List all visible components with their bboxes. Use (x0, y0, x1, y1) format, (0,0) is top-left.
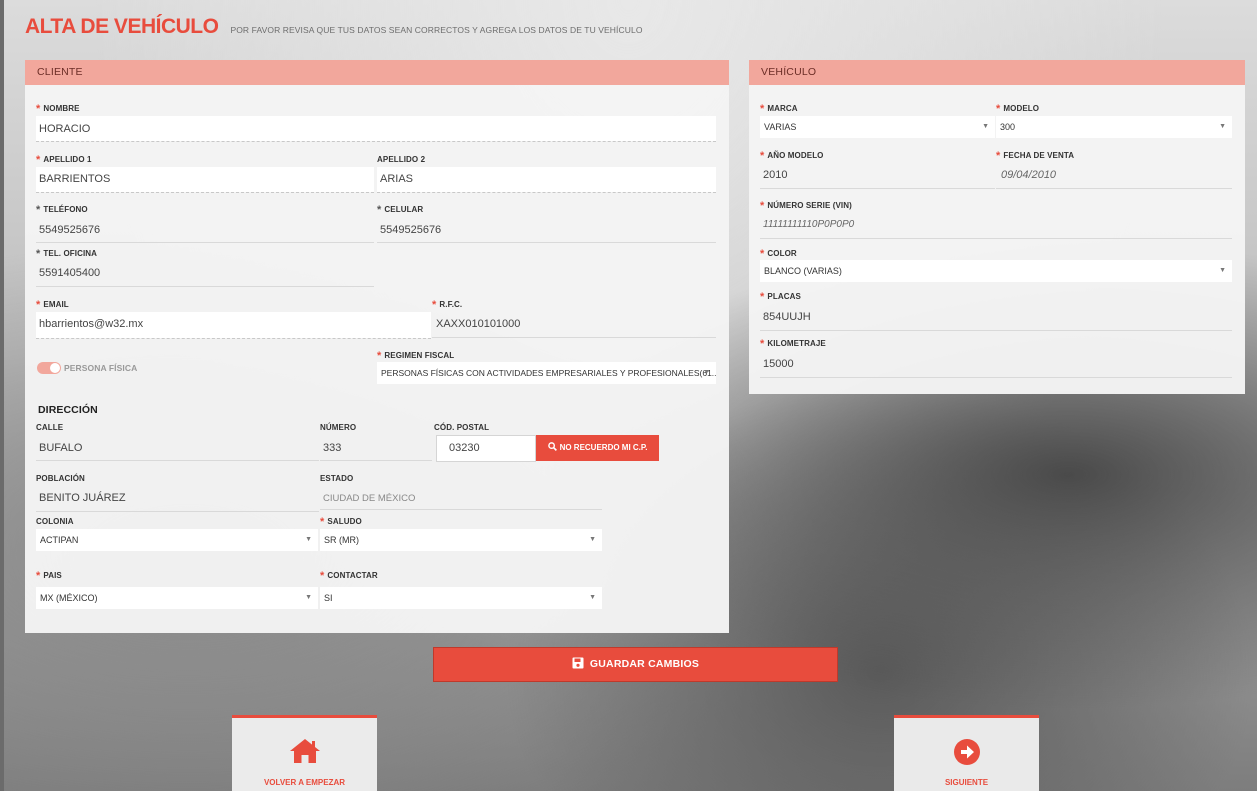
no-recuerdo-cp-button[interactable]: NO RECUERDO MI C.P. (536, 435, 659, 461)
apellido2-input[interactable] (377, 167, 716, 192)
celular-underline (377, 242, 716, 243)
estado-input[interactable]: CIUDAD DE MÉXICO (323, 493, 415, 504)
persona-fisica-toggle[interactable] (37, 362, 61, 374)
volver-a-empezar-button[interactable]: VOLVER A EMPEZAR (232, 715, 377, 791)
cp-value: 03230 (449, 442, 480, 454)
chevron-down-icon: ▼ (1219, 267, 1226, 274)
tel-oficina-underline (36, 286, 374, 287)
cliente-panel: CLIENTE * NOMBRE HORACIO * APELLIDO 1 BARR… (25, 60, 729, 633)
kilometraje-input[interactable]: 15000 (763, 358, 794, 370)
estado-label: ESTADO (320, 474, 354, 483)
fecha-venta-input[interactable]: 09/04/2010 (1001, 169, 1056, 181)
chevron-down-icon: ▼ (305, 594, 312, 601)
numero-underline (320, 460, 432, 461)
telefono-input[interactable]: 5549525676 (39, 224, 100, 236)
nombre-label: * NOMBRE (36, 103, 80, 115)
regimen-fiscal-label: * REGIMEN FISCAL (377, 350, 455, 362)
vehiculo-section-header: VEHÍCULO (749, 60, 1245, 85)
modelo-select[interactable]: 300 ▼ (996, 116, 1232, 138)
pais-select[interactable]: MX (MÉXICO) ▼ (36, 587, 318, 609)
fecha-venta-underline (996, 188, 1232, 189)
telefono-underline (36, 242, 374, 243)
color-select[interactable]: BLANCO (VARIAS) ▼ (760, 260, 1232, 282)
siguiente-button[interactable]: SIGUIENTE (894, 715, 1039, 791)
vehiculo-panel: VEHÍCULO * MARCA VARIAS ▼ * MODELO 300 ▼ * AÑ… (749, 60, 1245, 394)
nombre-underline (36, 141, 716, 142)
numero-input[interactable]: 333 (323, 442, 341, 454)
chevron-down-icon: ▼ (982, 123, 989, 130)
apellido1-value: BARRIENTOS (39, 173, 111, 185)
chevron-down-icon: ▼ (589, 536, 596, 543)
apellido1-underline (36, 192, 374, 193)
celular-label: * CELULAR (377, 204, 424, 216)
nombre-value: HORACIO (39, 123, 91, 135)
vin-input[interactable]: 11111111110P0P0P0 (763, 219, 854, 230)
page-subtitle: POR FAVOR REVISA QUE TUS DATOS SEAN CORR… (230, 25, 643, 35)
email-label: * EMAIL (36, 299, 69, 311)
calle-label: CALLE (36, 423, 64, 432)
calle-input[interactable]: BUFALO (39, 442, 82, 454)
chevron-down-icon: ▼ (1219, 123, 1226, 130)
placas-label: * PLACAS (760, 291, 801, 303)
regimen-fiscal-select[interactable]: PERSONAS FÍSICAS CON ACTIVIDADES EMPRESA… (377, 362, 716, 384)
chevron-down-icon: ▼ (703, 369, 710, 376)
marca-select[interactable]: VARIAS ▼ (760, 116, 995, 138)
celular-input[interactable]: 5549525676 (380, 224, 441, 236)
apellido1-label: * APELLIDO 1 (36, 154, 92, 166)
apellido2-underline (377, 192, 716, 193)
modelo-label: * MODELO (996, 103, 1040, 115)
saludo-label: * SALUDO (320, 516, 362, 528)
email-value: hbarrientos@w32.mx (39, 318, 144, 330)
calle-underline (36, 460, 319, 461)
poblacion-underline (36, 511, 319, 512)
anio-modelo-input[interactable]: 2010 (763, 169, 787, 181)
contactar-label: * CONTACTAR (320, 570, 378, 582)
telefono-label: * TELÉFONO (36, 204, 88, 216)
tel-oficina-input[interactable]: 5591405400 (39, 267, 100, 279)
guardar-cambios-button[interactable]: GUARDAR CAMBIOS (433, 647, 838, 682)
marca-label: * MARCA (760, 103, 798, 115)
poblacion-label: POBLACIÓN (36, 474, 85, 483)
vin-underline (760, 238, 1232, 239)
volver-a-empezar-label: VOLVER A EMPEZAR (263, 778, 346, 787)
siguiente-label: SIGUIENTE (944, 778, 989, 787)
estado-underline (320, 509, 602, 510)
nombre-input[interactable] (36, 116, 716, 141)
arrow-circle-right-icon (953, 739, 980, 765)
vin-label: * NÚMERO SERIE (VIN) (760, 200, 852, 212)
anio-modelo-underline (760, 188, 995, 189)
chevron-down-icon: ▼ (589, 594, 596, 601)
apellido2-value: ARIAS (380, 173, 414, 185)
chevron-down-icon: ▼ (305, 536, 312, 543)
anio-modelo-label: * AÑO MODELO (760, 150, 824, 162)
color-label: * COLOR (760, 248, 797, 260)
apellido2-label: APELLIDO 2 (377, 155, 426, 164)
rfc-underline (432, 337, 716, 338)
contactar-select[interactable]: SI ▼ (320, 587, 602, 609)
persona-fisica-label: PERSONA FÍSICA (64, 363, 138, 373)
direccion-title: DIRECCIÓN (38, 404, 98, 416)
email-underline (36, 338, 431, 339)
cp-label: CÓD. POSTAL (434, 423, 490, 432)
placas-input[interactable]: 854UUJH (763, 311, 811, 323)
kilometraje-label: * KILOMETRAJE (760, 338, 826, 350)
tel-oficina-label: * TEL. OFICINA (36, 248, 98, 260)
colonia-label: COLONIA (36, 517, 74, 526)
page-title: ALTA DE VEHÍCULO (25, 15, 219, 38)
floppy-disk-icon (572, 657, 584, 669)
page-header: ALTA DE VEHÍCULO POR FAVOR REVISA QUE TU… (25, 15, 643, 39)
search-icon (547, 442, 557, 451)
home-icon (289, 739, 320, 763)
numero-label: NÚMERO (320, 423, 357, 432)
pais-label: * PAIS (36, 570, 62, 582)
colonia-select[interactable]: ACTIPAN ▼ (36, 529, 318, 551)
placas-underline (760, 330, 1232, 331)
cliente-section-header: CLIENTE (25, 60, 729, 85)
saludo-select[interactable]: SR (MR) ▼ (320, 529, 602, 551)
poblacion-input[interactable]: BENITO JUÁREZ (39, 492, 126, 504)
fecha-venta-label: * FECHA DE VENTA (996, 150, 1075, 162)
rfc-input[interactable]: XAXX010101000 (436, 318, 520, 330)
kilometraje-underline (760, 377, 1232, 378)
rfc-label: * R.F.C. (432, 299, 463, 311)
